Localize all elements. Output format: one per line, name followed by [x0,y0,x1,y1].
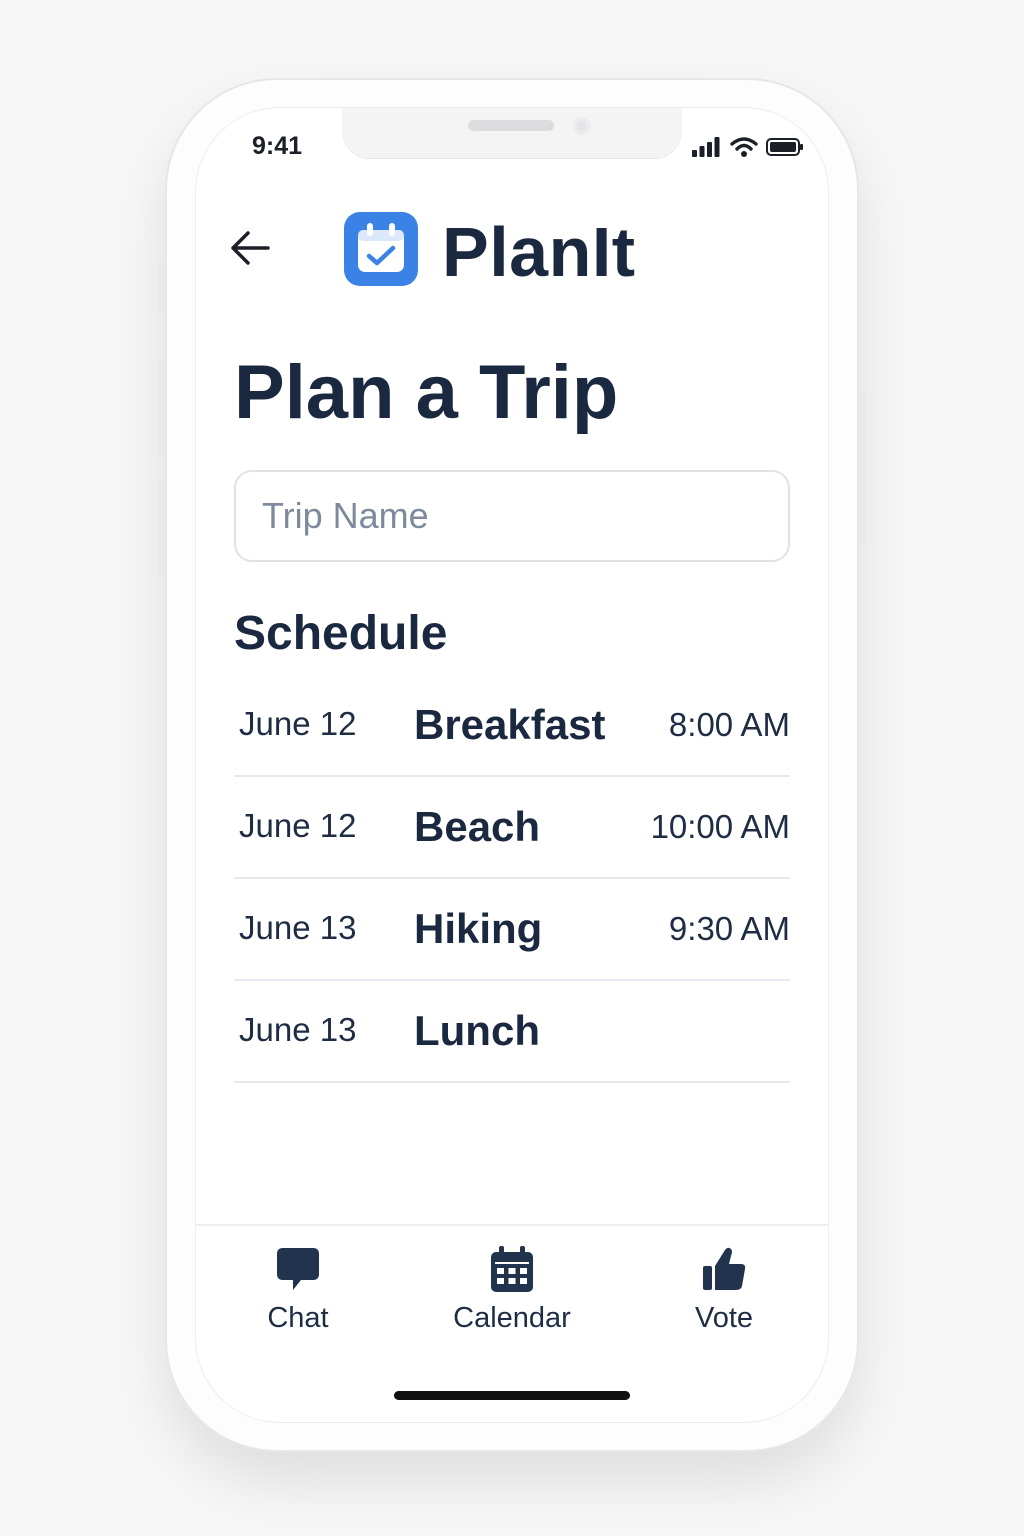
phone-screen: 9:41 PlanIt Plan a Trip Trip Name Schedu… [196,108,828,1422]
notch [342,108,682,158]
arrow-left-icon [231,231,270,265]
phone-side-button [158,260,164,312]
schedule-time: 9:30 AM [668,910,790,947]
schedule-row[interactable]: June 12 Breakfast 8:00 AM [234,675,790,777]
schedule-event: Beach [414,803,541,850]
tab-label: Chat [267,1302,329,1334]
schedule-date: June 12 [239,807,357,844]
schedule-date: June 12 [239,705,357,742]
page-title: Plan a Trip [234,350,619,435]
calendar-icon [491,1246,533,1292]
app-name: PlanIt [442,213,636,291]
phone-side-button [158,358,164,454]
calendar-check-icon [344,212,418,286]
tab-vote[interactable]: Vote [634,1244,814,1344]
battery-icon [766,138,803,156]
status-icons [692,136,804,158]
wifi-icon [730,137,758,157]
speaker [468,120,554,131]
phone-power-button [860,390,866,546]
cellular-signal-icon [692,137,720,157]
schedule-date: June 13 [239,1011,357,1048]
phone-side-button [158,482,164,578]
home-indicator[interactable] [394,1391,630,1400]
status-time: 9:41 [252,132,303,160]
schedule-event: Hiking [414,905,543,952]
thumbs-up-icon [703,1247,746,1290]
chat-bubble-icon [277,1248,319,1290]
tab-calendar[interactable]: Calendar [422,1244,602,1344]
trip-name-input[interactable] [234,470,790,562]
tab-label: Vote [694,1302,754,1334]
schedule-event: Breakfast [414,701,606,748]
schedule-time: 8:00 AM [668,706,790,743]
schedule-row[interactable]: June 13 Lunch [234,981,790,1083]
schedule-date: June 13 [239,909,357,946]
tab-label: Calendar [453,1302,571,1334]
schedule-event: Lunch [414,1007,540,1054]
back-button[interactable] [226,226,274,270]
schedule-time: 10:00 AM [650,808,790,845]
schedule-row[interactable]: June 13 Hiking 9:30 AM [234,879,790,981]
front-camera [573,117,591,135]
bottom-tab-bar: Chat Calendar Vote [196,1224,828,1356]
tab-chat[interactable]: Chat [208,1244,388,1344]
app-header: PlanIt [196,208,828,291]
schedule-list: June 12 Breakfast 8:00 AM June 12 Beach … [234,675,790,1083]
schedule-title: Schedule [234,607,448,660]
schedule-row[interactable]: June 12 Beach 10:00 AM [234,777,790,879]
